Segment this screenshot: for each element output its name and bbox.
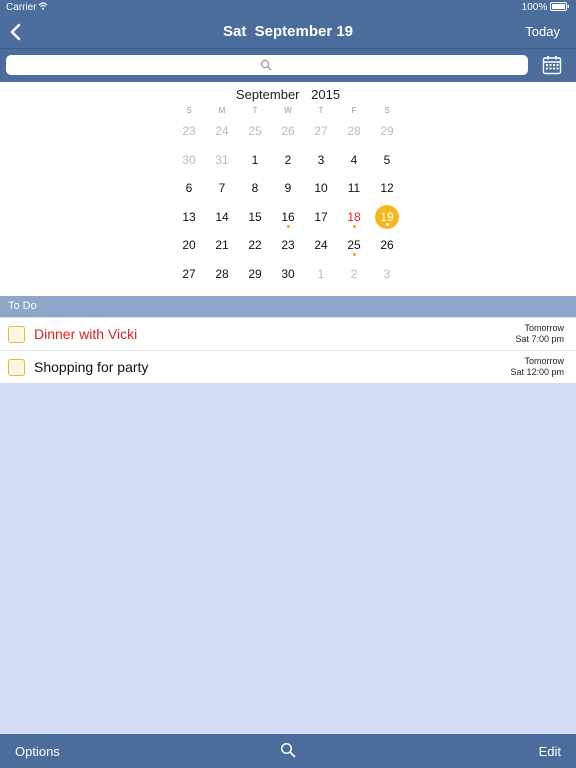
todo-checkbox[interactable] xyxy=(8,326,25,343)
calendar-day[interactable]: 15 xyxy=(240,210,270,224)
bottom-toolbar: Options Edit xyxy=(0,734,576,768)
divider xyxy=(0,350,576,351)
event-indicator-dot xyxy=(286,225,290,228)
navigation-bar: Sat September 19 Today xyxy=(0,16,576,48)
search-button[interactable] xyxy=(280,742,296,761)
calendar-day[interactable]: 17 xyxy=(306,210,336,224)
calendar-day[interactable]: 22 xyxy=(240,238,270,252)
calendar-day[interactable]: 9 xyxy=(273,181,303,195)
todo-label: Shopping for party xyxy=(34,359,149,375)
calendar-day[interactable]: 6 xyxy=(174,181,204,195)
calendar-day[interactable]: 31 xyxy=(207,153,237,167)
options-button[interactable]: Options xyxy=(15,744,60,759)
weekday-label: S xyxy=(186,106,192,115)
search-input[interactable] xyxy=(6,55,528,75)
search-icon xyxy=(260,58,272,76)
weekday-label: F xyxy=(351,106,357,115)
todo-item[interactable]: Dinner with Vicki Tomorrow Sat 7:00 pm xyxy=(0,318,576,350)
event-indicator-dot xyxy=(352,253,356,256)
calendar-day[interactable]: 20 xyxy=(174,238,204,252)
calendar-day[interactable]: 3 xyxy=(306,153,336,167)
month-calendar: September 2015 S M T W T F S 23 24 25 26 27 28 29 30 31… xyxy=(0,82,576,296)
calendar-day[interactable]: 26 xyxy=(372,238,402,252)
calendar-day[interactable]: 29 xyxy=(240,267,270,281)
calendar-day[interactable]: 27 xyxy=(174,267,204,281)
event-indicator-dot xyxy=(385,223,389,226)
calendar-day[interactable]: 8 xyxy=(240,181,270,195)
calendar-day[interactable]: 11 xyxy=(339,181,369,195)
weekday-label: W xyxy=(284,106,292,115)
calendar-day[interactable]: 5 xyxy=(372,153,402,167)
todo-label: Dinner with Vicki xyxy=(34,326,138,342)
calendar-day[interactable]: 30 xyxy=(273,267,303,281)
weekday-label: T xyxy=(252,106,258,115)
calendar-month: September xyxy=(235,87,300,102)
calendar-day[interactable]: 14 xyxy=(207,210,237,224)
calendar-day[interactable]: 2 xyxy=(339,267,369,281)
calendar-icon xyxy=(542,56,562,75)
todo-checkbox[interactable] xyxy=(8,359,25,376)
calendar-day[interactable]: 26 xyxy=(273,124,303,138)
calendar-day[interactable]: 28 xyxy=(339,124,369,138)
calendar-day[interactable]: 23 xyxy=(174,124,204,138)
weekday-label: M xyxy=(218,106,226,115)
calendar-day[interactable]: 13 xyxy=(174,210,204,224)
calendar-day[interactable]: 2 xyxy=(273,153,303,167)
calendar-day[interactable]: 1 xyxy=(240,153,270,167)
calendar-day[interactable]: 30 xyxy=(174,153,204,167)
status-bar: Carrier 100% xyxy=(0,0,576,16)
calendar-day[interactable]: 24 xyxy=(306,238,336,252)
weekday-label: T xyxy=(318,106,324,115)
calendar-day[interactable]: 23 xyxy=(273,238,303,252)
today-button[interactable]: Today xyxy=(525,24,560,39)
search-icon xyxy=(280,742,296,758)
todo-due-time: Sat 7:00 pm xyxy=(515,334,564,344)
page-title: Sat September 19 xyxy=(222,23,354,40)
calendar-day[interactable]: 12 xyxy=(372,181,402,195)
todo-due-time: Sat 12:00 pm xyxy=(510,367,564,377)
carrier-label: Carrier xyxy=(6,2,37,13)
edit-button[interactable]: Edit xyxy=(539,744,561,759)
calendar-button[interactable] xyxy=(542,55,562,75)
calendar-day[interactable]: 29 xyxy=(372,124,402,138)
calendar-day[interactable]: 28 xyxy=(207,267,237,281)
calendar-day[interactable]: 10 xyxy=(306,181,336,195)
calendar-day[interactable]: 25 xyxy=(339,238,369,252)
calendar-year: 2015 xyxy=(311,87,341,102)
calendar-day[interactable]: 16 xyxy=(273,210,303,224)
calendar-day[interactable]: 18 xyxy=(339,210,369,224)
calendar-day[interactable]: 1 xyxy=(306,267,336,281)
search-bar xyxy=(0,48,576,83)
todo-due-day: Tomorrow xyxy=(524,356,564,366)
calendar-day[interactable]: 25 xyxy=(240,124,270,138)
calendar-day[interactable]: 4 xyxy=(339,153,369,167)
calendar-day[interactable]: 24 xyxy=(207,124,237,138)
event-indicator-dot xyxy=(352,225,356,228)
wifi-icon xyxy=(38,1,48,14)
section-title: To Do xyxy=(8,300,37,312)
calendar-day[interactable]: 27 xyxy=(306,124,336,138)
calendar-month-header: September 2015 xyxy=(0,87,576,102)
todo-section-header: To Do xyxy=(0,296,576,317)
weekday-label: S xyxy=(384,106,390,115)
calendar-day[interactable]: 21 xyxy=(207,238,237,252)
calendar-day[interactable]: 19 xyxy=(372,210,402,224)
todo-item[interactable]: Shopping for party Tomorrow Sat 12:00 pm xyxy=(0,351,576,383)
todo-due-day: Tomorrow xyxy=(524,323,564,333)
calendar-day[interactable]: 3 xyxy=(372,267,402,281)
calendar-day[interactable]: 7 xyxy=(207,181,237,195)
battery-icon xyxy=(550,2,569,11)
battery-indicator: 100% xyxy=(522,2,570,13)
battery-label: 100% xyxy=(521,2,548,13)
